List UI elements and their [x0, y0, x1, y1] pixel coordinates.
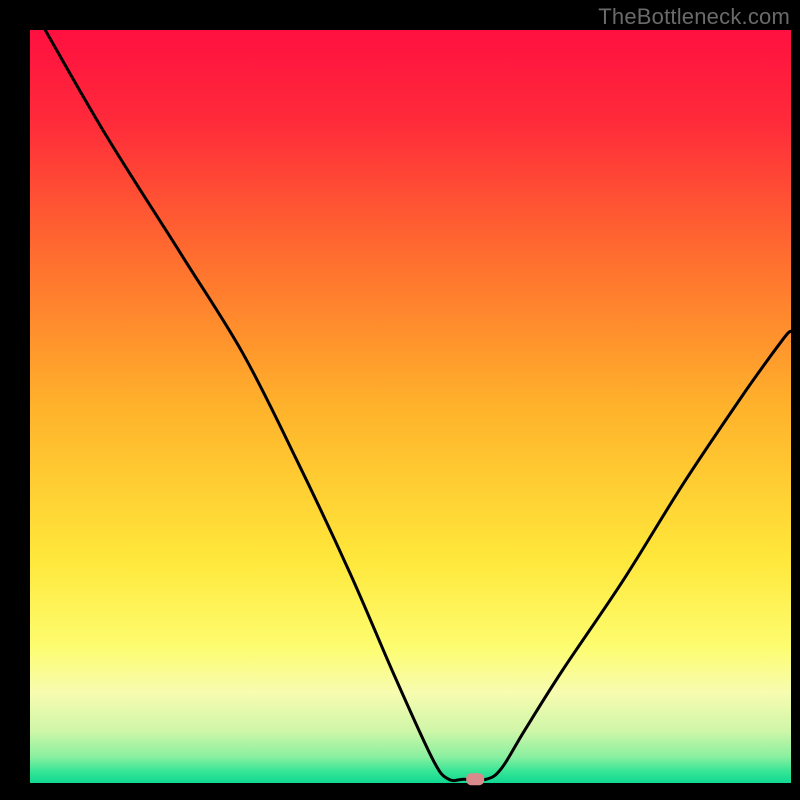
- chart-frame: TheBottleneck.com: [0, 0, 800, 800]
- plot-background: [30, 30, 791, 783]
- bottleneck-chart: [0, 0, 800, 800]
- optimum-marker: [466, 773, 484, 785]
- watermark-label: TheBottleneck.com: [598, 4, 790, 30]
